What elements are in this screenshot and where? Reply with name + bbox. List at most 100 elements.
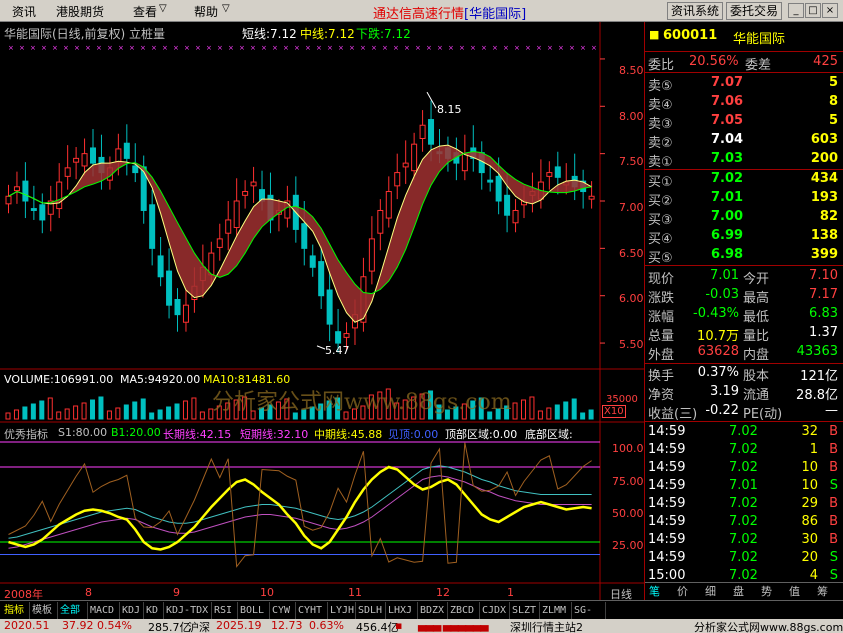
- level-label: 买②: [648, 194, 673, 209]
- quote-label: 最高: [743, 291, 770, 306]
- indicator-tab[interactable]: KDJ-TDX: [164, 602, 212, 619]
- watermark: 分析家公式网www.88gs.com: [212, 390, 512, 415]
- indicator-tab[interactable]: KDJ: [120, 602, 144, 619]
- candle-body: [30, 208, 37, 211]
- volume-unit: X10: [602, 405, 626, 418]
- indicator-tab[interactable]: 全部: [58, 602, 88, 619]
- x-marker: ×: [404, 44, 410, 52]
- panel-tab[interactable]: 值: [789, 583, 800, 599]
- menu-hk-futures[interactable]: 港股期货: [56, 3, 104, 20]
- month-label: 12: [436, 586, 450, 599]
- candle-body: [419, 124, 426, 139]
- level-label: 卖②: [648, 136, 673, 151]
- tick-price: 7.02: [729, 550, 758, 565]
- indicator-tab[interactable]: RSI: [212, 602, 238, 619]
- month-label: 11: [348, 586, 362, 599]
- fund-value: 3.19: [710, 384, 739, 399]
- candle-body: [394, 172, 401, 187]
- indicator-tab[interactable]: 指标: [2, 602, 30, 619]
- level-label: 买⑤: [648, 251, 673, 266]
- level-price: 7.01: [711, 190, 744, 205]
- candle-body: [39, 204, 46, 221]
- fund-value: -0.22: [705, 403, 739, 418]
- indicator-tab[interactable]: 模板: [30, 602, 58, 619]
- x-marker: ×: [437, 44, 443, 52]
- candle-body: [132, 165, 139, 174]
- x-marker: ×: [52, 44, 58, 52]
- level-volume: 138: [810, 228, 838, 243]
- x-marker: ×: [547, 44, 553, 52]
- indicator-tab[interactable]: CJDX: [480, 602, 510, 619]
- quote-panel: ■ 600011 华能国际 委比 20.56% 委差 425 卖⑤ 7.07 5 卖④…: [644, 22, 843, 600]
- quote-row: 总量 10.7万 量比 1.37: [645, 324, 843, 344]
- indicator-tab[interactable]: BOLL: [238, 602, 270, 619]
- level-price: 7.03: [711, 151, 744, 166]
- indicator-tab[interactable]: BDZX: [418, 602, 448, 619]
- buy-level: 买③ 7.00 82: [645, 208, 843, 228]
- chart-title: 华能国际(日线,前复权) 立桩量: [4, 27, 166, 41]
- volume-tick: 35000: [606, 394, 638, 405]
- x-marker: ×: [481, 44, 487, 52]
- level-volume: 8: [828, 94, 838, 109]
- maximize-icon[interactable]: □: [805, 3, 821, 18]
- tick-direction: B: [829, 496, 838, 511]
- tick-price: 7.01: [729, 478, 758, 493]
- panel-tab[interactable]: 笔: [649, 583, 660, 599]
- close-icon[interactable]: ×: [822, 3, 838, 18]
- tick-direction: S: [829, 478, 838, 493]
- quote-value: 63628: [697, 344, 739, 359]
- menu-info[interactable]: 资讯: [12, 3, 36, 20]
- sell-level: 卖③ 7.05 5: [645, 112, 843, 132]
- ind-tick: 75.00: [612, 475, 644, 488]
- sell-level: 卖⑤ 7.07 5: [645, 74, 843, 94]
- indicator-tab[interactable]: KD: [144, 602, 164, 619]
- indicator-tab[interactable]: SDLH: [356, 602, 386, 619]
- quote-value: 43363: [796, 344, 838, 359]
- sz-change: 12.73: [271, 619, 303, 632]
- quote-row: 涨跌 -0.03 最高 7.17: [645, 286, 843, 306]
- market-bar-icon: ▄▄▄ ▄▄▄▄▄▄: [418, 619, 489, 632]
- ma5-label: MA5:94920.00: [120, 373, 201, 386]
- panel-tab[interactable]: 筹: [817, 583, 828, 599]
- level-price: 7.06: [711, 94, 744, 109]
- volume-bar: [571, 398, 577, 420]
- x-marker: ×: [30, 44, 36, 52]
- indicator-tab[interactable]: ZLMM: [540, 602, 572, 619]
- tick-price: 7.02: [729, 514, 758, 529]
- indicator-tab[interactable]: LHXJ: [386, 602, 418, 619]
- sz-label: 沪深: [188, 621, 210, 633]
- tick-volume: 4: [809, 568, 818, 583]
- panel-tab[interactable]: 盘: [733, 583, 744, 599]
- indicator-tab[interactable]: CYW: [270, 602, 296, 619]
- minimize-icon[interactable]: _: [788, 3, 804, 18]
- panel-tab[interactable]: 细: [705, 583, 716, 599]
- candle-body: [182, 304, 189, 323]
- menu-help[interactable]: 帮助: [194, 3, 218, 20]
- level-label: 卖⑤: [648, 79, 673, 94]
- chart-area[interactable]: × × × × × × × × × × × × × × × × × × × × × × × × × × × × × × × × × × × × × × × ×…: [0, 22, 644, 601]
- candle-body: [546, 172, 553, 177]
- trade-button[interactable]: 委托交易: [726, 2, 783, 20]
- indicator-tab[interactable]: MACD: [88, 602, 120, 619]
- indicator-tab[interactable]: SG-LB: [572, 602, 606, 633]
- indicator-tab[interactable]: SLZT: [510, 602, 540, 619]
- indicator-tab[interactable]: ZBCD: [448, 602, 480, 619]
- panel-tab[interactable]: 价: [677, 583, 688, 599]
- short-line-label: 短线:7.12: [242, 27, 297, 41]
- candle-body: [233, 200, 240, 229]
- panel-tab[interactable]: 势: [761, 583, 772, 599]
- menu-view[interactable]: 查看: [133, 3, 157, 20]
- long-line: [8, 475, 592, 549]
- quote-value: 10.7万: [697, 329, 739, 344]
- x-marker: ×: [349, 44, 355, 52]
- candle-body: [309, 255, 316, 268]
- volume-bar: [56, 411, 62, 420]
- kline-chart: × × × × × × × × × × × × × × × × × × × × × × × × × × × × × × × × × × × × × × × ×…: [0, 22, 644, 600]
- level-label: 买③: [648, 213, 673, 228]
- tick-row: 14:59 7.02 10 B: [645, 459, 843, 478]
- indicator-tab[interactable]: CYHT: [296, 602, 328, 619]
- info-system-button[interactable]: 资讯系统: [667, 2, 724, 20]
- indicator-tab[interactable]: LYJH: [328, 602, 356, 619]
- x-marker: ×: [272, 44, 278, 52]
- tick-time: 14:59: [648, 424, 686, 439]
